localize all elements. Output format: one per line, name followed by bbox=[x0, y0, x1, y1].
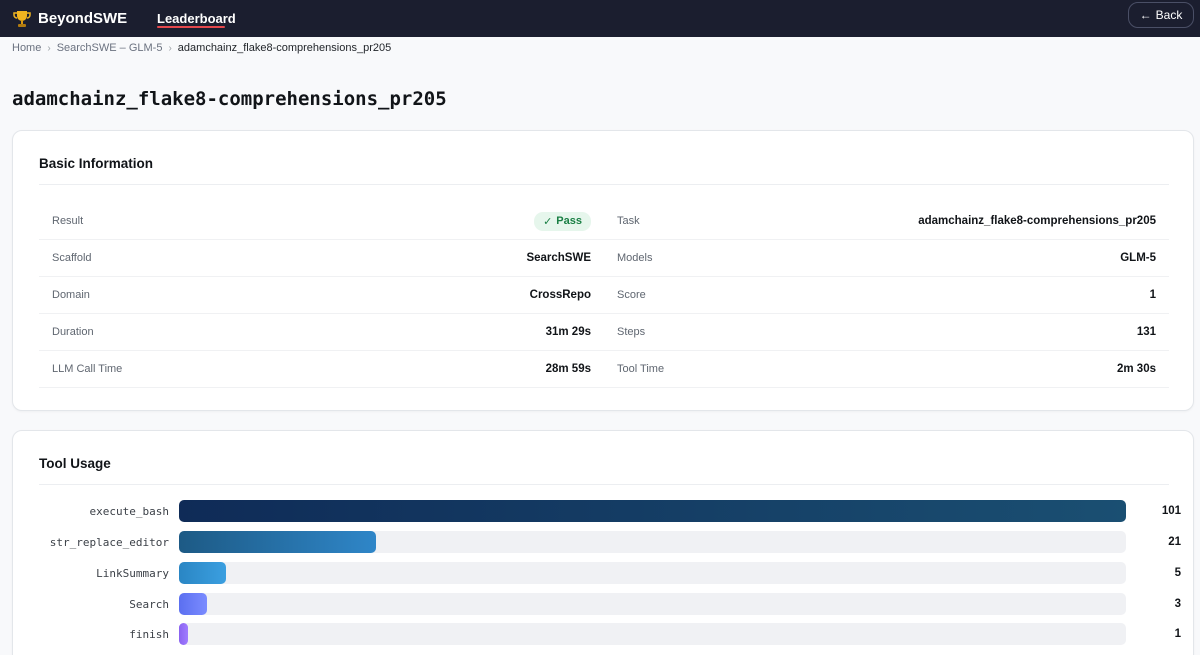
info-row-score: Score 1 bbox=[604, 277, 1169, 314]
info-column-left: Result ✓ Pass Scaffold SearchSWE Domain … bbox=[39, 203, 604, 388]
brand-logo[interactable]: BeyondSWE bbox=[12, 0, 127, 37]
tool-bar-fill[interactable] bbox=[179, 593, 208, 615]
tool-usage-title: Tool Usage bbox=[39, 456, 111, 471]
breadcrumb-separator: › bbox=[47, 42, 51, 54]
info-value: 31m 29s bbox=[545, 326, 591, 338]
status-badge: ✓ Pass bbox=[534, 211, 591, 231]
basic-information-card: Basic Information Result ✓ Pass Scaffold… bbox=[12, 130, 1194, 411]
info-value: 131 bbox=[1136, 326, 1156, 338]
top-navbar: BeyondSWE Leaderboard ← Back bbox=[0, 0, 1200, 37]
tool-row-search: Search 3 bbox=[13, 593, 1195, 615]
tool-row-linksummary: LinkSummary 5 bbox=[13, 562, 1195, 584]
info-label: Result bbox=[52, 215, 84, 227]
tool-bar-track bbox=[179, 562, 1126, 584]
tool-count: 101 bbox=[1161, 505, 1181, 517]
info-label: Scaffold bbox=[52, 252, 92, 264]
info-row-domain: Domain CrossRepo bbox=[39, 277, 604, 314]
tool-name: Search bbox=[129, 597, 169, 611]
nav-active-indicator bbox=[157, 26, 225, 28]
result-value: ✓ Pass bbox=[534, 203, 591, 239]
info-value: 28m 59s bbox=[545, 363, 591, 375]
breadcrumb-run[interactable]: SearchSWE – GLM-5 bbox=[57, 42, 163, 54]
info-label: LLM Call Time bbox=[52, 363, 123, 375]
info-value: 2m 30s bbox=[1116, 363, 1156, 375]
tool-bar-track bbox=[179, 593, 1126, 615]
tool-name: LinkSummary bbox=[96, 566, 169, 580]
info-row-duration: Duration 31m 29s bbox=[39, 314, 604, 351]
tool-count: 1 bbox=[1174, 628, 1181, 640]
info-row-llm-call-time: LLM Call Time 28m 59s bbox=[39, 351, 604, 388]
breadcrumb-separator: › bbox=[168, 42, 172, 54]
status-badge-label: Pass bbox=[556, 215, 582, 227]
card-divider bbox=[39, 184, 1169, 185]
breadcrumb-home[interactable]: Home bbox=[12, 42, 41, 54]
info-label: Models bbox=[617, 252, 653, 264]
tool-usage-card: Tool Usage execute_bash 101 str_replace_… bbox=[12, 430, 1194, 655]
info-row-tool-time: Tool Time 2m 30s bbox=[604, 351, 1169, 388]
tool-bar-fill[interactable] bbox=[179, 623, 189, 645]
info-label: Duration bbox=[52, 326, 94, 338]
tool-bar-fill[interactable] bbox=[179, 500, 1126, 522]
info-row-result: Result ✓ Pass bbox=[39, 203, 604, 240]
tool-name: str_replace_editor bbox=[49, 535, 169, 549]
info-row-task: Task adamchainz_flake8-comprehensions_pr… bbox=[604, 203, 1169, 240]
tool-bar-fill[interactable] bbox=[179, 562, 226, 584]
check-icon: ✓ bbox=[543, 215, 553, 228]
tool-count: 3 bbox=[1174, 598, 1181, 610]
info-label: Task bbox=[617, 215, 640, 227]
info-label: Domain bbox=[52, 289, 90, 301]
tool-name: execute_bash bbox=[89, 504, 169, 518]
tool-bar-track bbox=[179, 531, 1126, 553]
tool-bar-fill[interactable] bbox=[179, 531, 376, 553]
page-title: adamchainz_flake8-comprehensions_pr205 bbox=[12, 88, 447, 110]
info-value: 1 bbox=[1149, 289, 1156, 301]
info-row-scaffold: Scaffold SearchSWE bbox=[39, 240, 604, 277]
nav-link-leaderboard[interactable]: Leaderboard bbox=[157, 0, 236, 37]
brand-name: BeyondSWE bbox=[38, 10, 128, 27]
breadcrumb: Home › SearchSWE – GLM-5 › adamchainz_fl… bbox=[12, 41, 391, 55]
info-value: SearchSWE bbox=[526, 252, 591, 264]
tool-name: finish bbox=[129, 627, 169, 641]
tool-bar-track bbox=[179, 500, 1126, 522]
tool-row-finish: finish 1 bbox=[13, 623, 1195, 645]
tool-bar-track bbox=[179, 623, 1126, 645]
tool-row-str-replace-editor: str_replace_editor 21 bbox=[13, 531, 1195, 553]
info-value: adamchainz_flake8-comprehensions_pr205 bbox=[918, 215, 1156, 227]
trophy-icon bbox=[13, 10, 31, 27]
basic-information-title: Basic Information bbox=[39, 156, 154, 171]
card-divider bbox=[39, 484, 1169, 485]
back-arrow-icon: ← bbox=[1139, 8, 1152, 22]
back-button[interactable]: ← Back bbox=[1128, 2, 1194, 28]
info-column-right: Task adamchainz_flake8-comprehensions_pr… bbox=[604, 203, 1169, 388]
tool-count: 21 bbox=[1168, 536, 1181, 548]
back-button-label: Back bbox=[1155, 8, 1183, 22]
tool-row-execute-bash: execute_bash 101 bbox=[13, 500, 1195, 522]
info-value: GLM-5 bbox=[1120, 252, 1156, 264]
tool-count: 5 bbox=[1174, 567, 1181, 579]
info-row-steps: Steps 131 bbox=[604, 314, 1169, 351]
info-value: CrossRepo bbox=[529, 289, 591, 301]
info-label: Score bbox=[617, 289, 646, 301]
info-row-models: Models GLM-5 bbox=[604, 240, 1169, 277]
breadcrumb-current: adamchainz_flake8-comprehensions_pr205 bbox=[177, 42, 392, 54]
info-label: Steps bbox=[617, 326, 646, 338]
info-label: Tool Time bbox=[617, 363, 665, 375]
